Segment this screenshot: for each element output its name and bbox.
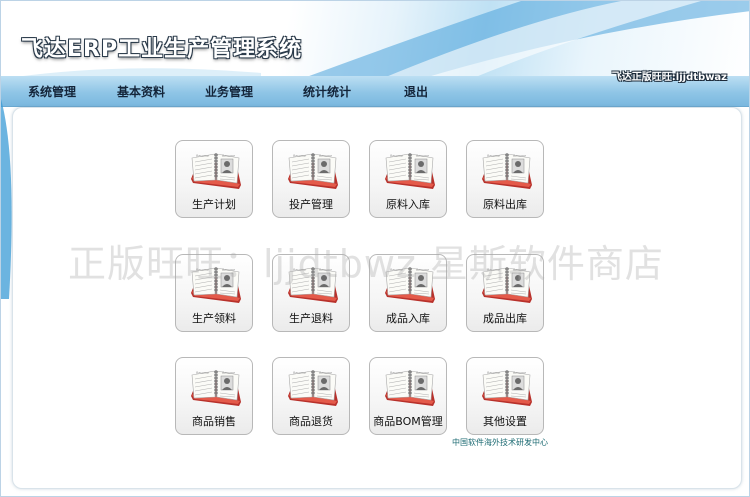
module-production-input[interactable]: 投产管理	[272, 140, 350, 218]
menu-item-system-management[interactable]: 系统管理	[28, 83, 76, 100]
module-label: 生产退料	[289, 312, 333, 325]
app-title: 飞达ERP工业生产管理系统	[21, 37, 303, 62]
resume-notebook-icon	[383, 149, 437, 191]
resume-notebook-icon	[189, 149, 243, 191]
module-finished-goods-out[interactable]: 成品出库	[466, 254, 544, 332]
vendor-contact-label: 飞达正版旺旺:ljjdtbwaz	[611, 72, 727, 83]
module-production-return[interactable]: 生产退料	[272, 254, 350, 332]
resume-notebook-icon	[383, 263, 437, 305]
resume-notebook-icon	[480, 149, 534, 191]
module-product-returns[interactable]: 商品退货	[272, 357, 350, 435]
module-label: 生产计划	[192, 198, 236, 211]
resume-notebook-icon	[383, 366, 437, 408]
resume-notebook-icon	[286, 366, 340, 408]
menu-item-statistics[interactable]: 统计统计	[303, 83, 351, 100]
resume-notebook-icon	[480, 366, 534, 408]
module-label: 投产管理	[289, 198, 333, 211]
app-window: 飞达ERP工业生产管理系统 系统管理 基本资料 业务管理 统计统计 退出 飞达正…	[0, 0, 750, 497]
menu-item-basic-data[interactable]: 基本资料	[117, 83, 165, 100]
module-label: 原料入库	[386, 198, 430, 211]
module-label: 生产领料	[192, 312, 236, 325]
module-label: 商品销售	[192, 415, 236, 428]
module-raw-material-out[interactable]: 原料出库	[466, 140, 544, 218]
module-label: 商品退货	[289, 415, 333, 428]
module-label: 其他设置	[483, 415, 527, 428]
resume-notebook-icon	[286, 263, 340, 305]
module-label: 成品入库	[386, 312, 430, 325]
module-other-settings[interactable]: 其他设置	[466, 357, 544, 435]
module-label: 成品出库	[483, 312, 527, 325]
resume-notebook-icon	[480, 263, 534, 305]
module-raw-material-in[interactable]: 原料入库	[369, 140, 447, 218]
resume-notebook-icon	[286, 149, 340, 191]
menu-item-exit[interactable]: 退出	[404, 83, 428, 100]
module-label: 原料出库	[483, 198, 527, 211]
module-label: 商品BOM管理	[373, 415, 443, 428]
left-edge-swoosh-graphic	[1, 99, 12, 299]
module-production-plan[interactable]: 生产计划	[175, 140, 253, 218]
module-product-bom-management[interactable]: 商品BOM管理	[369, 357, 447, 435]
module-finished-goods-in[interactable]: 成品入库	[369, 254, 447, 332]
footer-credit: 中国软件海外技术研发中心	[452, 438, 548, 447]
menu-item-business-management[interactable]: 业务管理	[205, 83, 253, 100]
module-production-requisition[interactable]: 生产领料	[175, 254, 253, 332]
resume-notebook-icon	[189, 263, 243, 305]
module-product-sales[interactable]: 商品销售	[175, 357, 253, 435]
resume-notebook-icon	[189, 366, 243, 408]
